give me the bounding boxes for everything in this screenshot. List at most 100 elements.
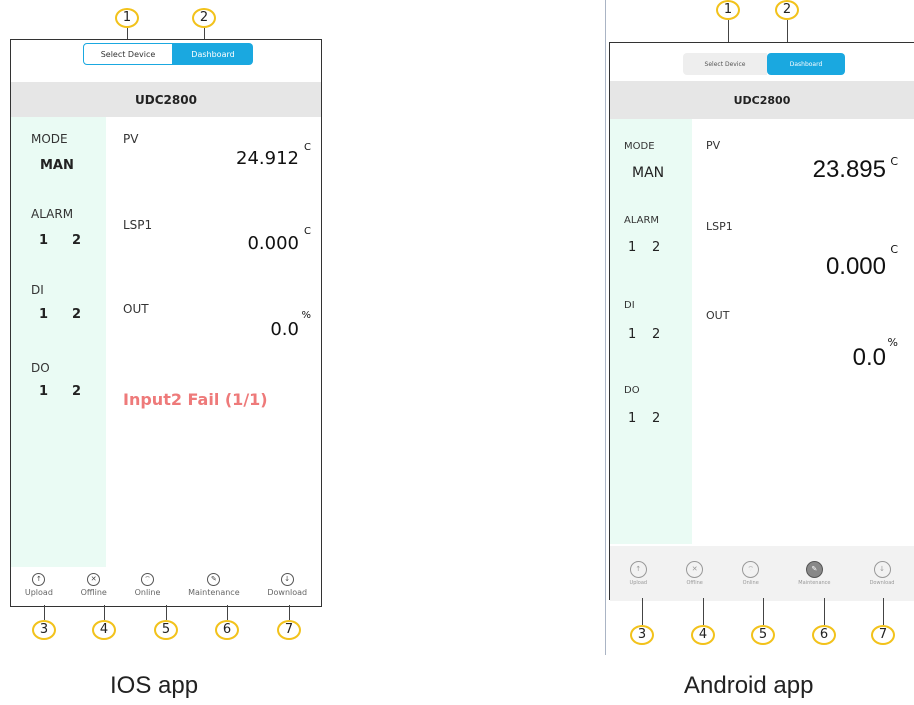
callout-4: 4 [92,620,116,640]
callout-6: 6 [215,620,239,640]
pv-label: PV [706,139,721,152]
online-button[interactable]: ⌔ Online [742,561,760,586]
offline-label: Offline [686,580,703,586]
pv-unit: C [890,155,898,168]
alarm-2-indicator: 2 [652,240,661,255]
android-app-screen: Select Device Dashboard UDC2800 MODE MAN… [609,42,914,601]
alarm-1-indicator: 1 [39,233,49,248]
pv-unit: C [304,142,311,153]
di-2-indicator: 2 [72,307,82,322]
callout-line [763,598,764,625]
lsp1-unit: C [890,243,898,256]
online-icon: ⌔ [140,573,154,586]
callout-6: 6 [812,625,836,645]
upload-label: Upload [629,580,648,586]
online-button[interactable]: ⌔ Online [134,573,161,597]
lsp1-value: 0.000 [825,253,886,280]
do-label: DO [624,385,640,396]
tab-dashboard[interactable]: Dashboard [173,43,253,65]
tab-select-device[interactable]: Select Device [683,53,767,75]
callout-2: 2 [192,8,216,28]
out-value: 0.0 [270,319,299,340]
segmented-control: Select Device Dashboard [683,53,845,75]
pv-label: PV [123,132,139,146]
alarm-label: ALARM [624,215,660,226]
maintenance-button[interactable]: ✎ Maintenance [798,561,831,586]
mode-value: MAN [40,158,74,173]
callout-2: 2 [775,0,799,20]
do-label: DO [31,361,50,375]
maintenance-button[interactable]: ✎ Maintenance [188,573,240,597]
device-header: UDC2800 [610,81,914,119]
upload-label: Upload [24,588,53,597]
di-1-indicator: 1 [39,307,49,322]
status-sidebar [11,117,106,567]
download-button[interactable]: ↓ Download [869,561,895,586]
out-unit: % [887,336,898,349]
upload-button[interactable]: ↑ Upload [629,561,648,586]
download-label: Download [267,588,308,597]
out-label: OUT [123,302,149,316]
device-header: UDC2800 [11,82,321,117]
ios-caption: IOS app [110,672,199,699]
callout-7: 7 [871,625,895,645]
download-button[interactable]: ↓ Download [267,573,307,597]
alarm-label: ALARM [31,207,74,221]
out-unit: % [301,310,311,321]
offline-icon: ✕ [87,573,101,586]
alarm-2-indicator: 2 [72,233,82,248]
callout-line [289,605,290,620]
offline-button[interactable]: ✕ Offline [81,573,107,597]
online-label: Online [134,588,161,597]
alarm-1-indicator: 1 [628,240,637,255]
lsp1-label: LSP1 [706,220,733,233]
callout-line [227,605,228,620]
callout-line [44,605,45,620]
callout-3: 3 [630,625,654,645]
frame-edge-line [605,0,606,655]
di-1-indicator: 1 [628,327,637,342]
input-fail-alert: Input2 Fail (1/1) [123,390,268,409]
lsp1-unit: C [304,226,311,237]
do-1-indicator: 1 [628,411,637,426]
callout-line [104,605,105,620]
download-label: Download [869,580,895,586]
bottom-toolbar: ↑ Upload ✕ Offline ⌔ Online ✎ Maintenance ↓ D… [610,546,914,601]
pv-value: 24.912 [236,148,299,169]
mode-label: MODE [624,141,655,152]
download-icon: ↓ [280,573,294,586]
upload-button[interactable]: ↑ Upload [25,573,53,597]
offline-icon: ✕ [686,561,704,578]
callout-line [824,598,825,625]
online-icon: ⌔ [742,561,760,578]
callout-5: 5 [154,620,178,640]
android-caption: Android app [684,672,814,699]
download-icon: ↓ [873,561,891,578]
online-label: Online [742,580,759,586]
offline-label: Offline [80,588,107,597]
tab-select-device[interactable]: Select Device [83,43,173,65]
pv-value: 23.895 [812,156,886,183]
callout-1: 1 [115,8,139,28]
mode-label: MODE [31,132,68,146]
ios-app-screen: Select Device Dashboard UDC2800 MODE MAN… [10,39,322,607]
callout-line [703,598,704,625]
maintenance-label: Maintenance [188,588,240,597]
out-value: 0.0 [852,344,886,371]
offline-button[interactable]: ✕ Offline [686,561,704,586]
callout-1: 1 [716,0,740,20]
bottom-toolbar: ↑ Upload ✕ Offline ⌔ Online ✎ Maintenance ↓ D… [11,573,321,597]
maintenance-icon: ✎ [207,573,221,586]
di-label: DI [624,300,635,311]
callout-line [883,598,884,625]
do-2-indicator: 2 [72,384,82,399]
tab-dashboard[interactable]: Dashboard [767,53,845,75]
di-label: DI [31,283,44,297]
callout-5: 5 [751,625,775,645]
lsp1-value: 0.000 [247,233,299,254]
callout-line [166,605,167,620]
do-1-indicator: 1 [39,384,49,399]
do-2-indicator: 2 [652,411,661,426]
maintenance-icon: ✎ [805,561,823,578]
callout-line [642,598,643,625]
